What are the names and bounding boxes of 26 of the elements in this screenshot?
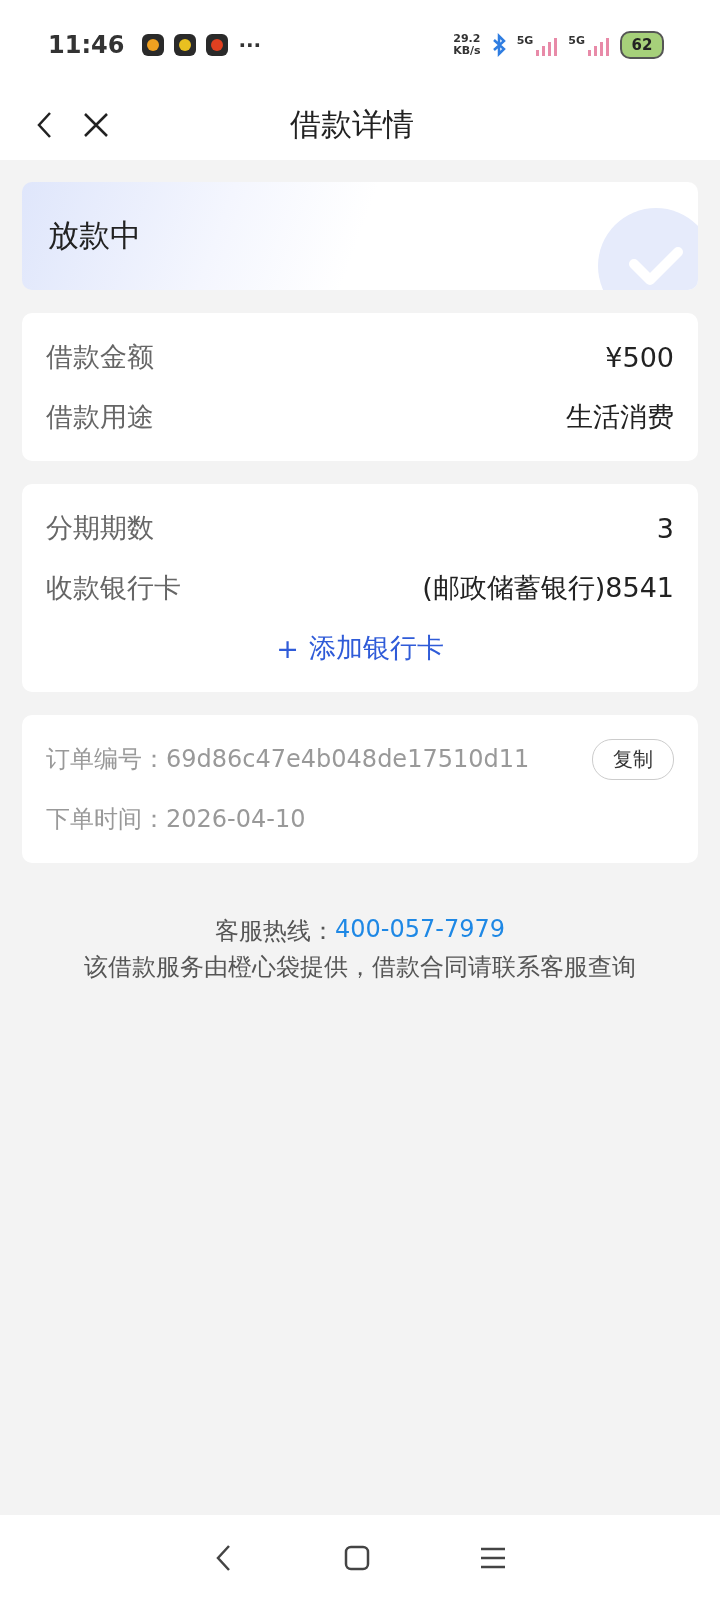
home-nav-icon[interactable] (344, 1544, 370, 1571)
close-icon (82, 111, 110, 139)
service-note: 该借款服务由橙心袋提供，借款合同请联系客服查询 (84, 952, 636, 983)
info-label: 借款用途 (46, 400, 154, 434)
hotline-label: 客服热线： (215, 916, 335, 947)
order-time: 下单时间：2026-04-10 (46, 804, 306, 835)
network-type: 5G (516, 34, 534, 47)
page-title: 借款详情 (289, 105, 415, 144)
copy-button[interactable]: 复制 (592, 738, 674, 780)
status-time: 11:46 (48, 31, 125, 59)
battery-level: 62 (620, 31, 664, 59)
loan-status: 放款中 (48, 216, 141, 255)
info-value: (邮政储蓄银行)8541 (422, 571, 674, 605)
info-value: 3 (656, 512, 674, 544)
more-notifications: ··· (238, 33, 262, 57)
info-value: ¥500 (605, 341, 674, 373)
info-label: 分期期数 (46, 511, 154, 545)
info-label: 借款金额 (46, 340, 154, 374)
info-label: 收款银行卡 (46, 571, 181, 605)
network-speed: 29.2 KB/s (453, 32, 481, 58)
hotline-link[interactable]: 400-057-7979 (335, 915, 505, 947)
info-value: 生活消费 (566, 400, 674, 434)
menu-nav-icon[interactable] (480, 1545, 506, 1570)
network-type: 5G (568, 34, 585, 47)
add-bank-card-link[interactable]: + 添加银行卡 (276, 618, 444, 678)
order-number: 订单编号：69d86c47e4b048de17510d11 (46, 744, 530, 775)
